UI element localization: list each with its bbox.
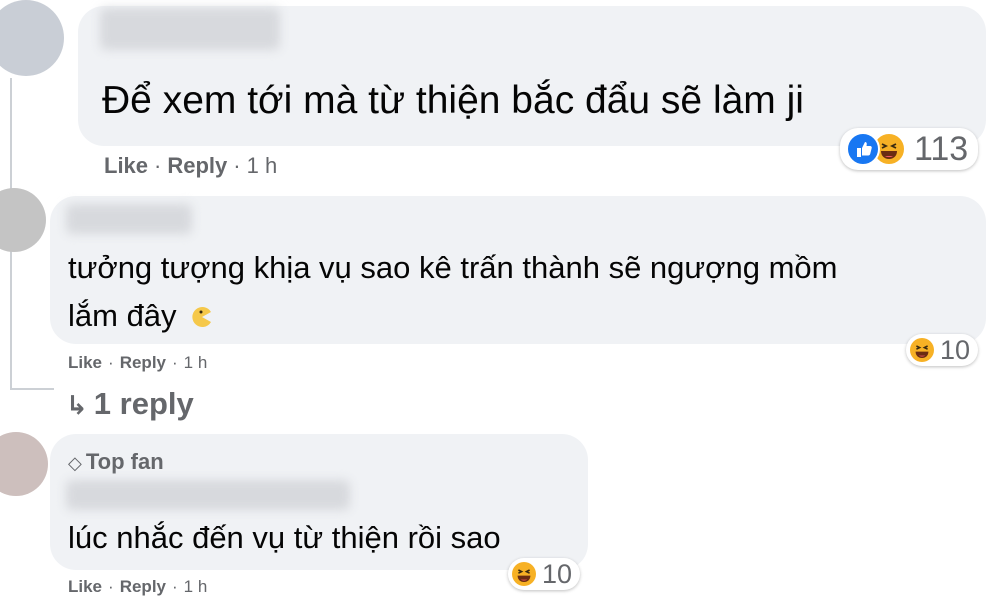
- comment-actions: Like · Reply · 1 h: [104, 153, 278, 178]
- like-icon: [846, 132, 880, 166]
- haha-icon: [910, 338, 934, 362]
- reaction-count: 113: [914, 129, 969, 168]
- haha-icon: [512, 562, 536, 586]
- like-button[interactable]: Like: [104, 153, 148, 178]
- comment-text-line-2: lắm đây: [68, 296, 213, 336]
- comment-actions: Like · Reply · 1 h: [68, 353, 208, 372]
- replies-count: 1 reply: [93, 386, 194, 421]
- top-fan-badge: ◇ Top fan: [68, 448, 164, 477]
- timestamp[interactable]: 1 h: [247, 153, 278, 178]
- reply-button[interactable]: Reply: [120, 353, 166, 372]
- blurred-author-name: [66, 204, 192, 234]
- blurred-author-name: [66, 480, 350, 510]
- like-button[interactable]: Like: [68, 353, 102, 372]
- reaction-summary[interactable]: 10: [508, 558, 581, 590]
- reply-button[interactable]: Reply: [167, 153, 227, 178]
- pacman-emoji-icon: [191, 298, 213, 327]
- reaction-summary[interactable]: 10: [906, 334, 979, 366]
- reaction-count: 10: [542, 558, 573, 589]
- badge-label: Top fan: [85, 449, 164, 474]
- like-button[interactable]: Like: [68, 577, 102, 596]
- reaction-count: 10: [940, 334, 971, 365]
- timestamp[interactable]: 1 h: [184, 577, 208, 596]
- thread-line-branch: [10, 388, 54, 390]
- comment-actions: Like · Reply · 1 h: [68, 577, 208, 596]
- timestamp[interactable]: 1 h: [184, 353, 208, 372]
- comment-text: lắm đây: [68, 298, 177, 333]
- view-replies-link[interactable]: ↳ 1 reply: [66, 384, 194, 425]
- diamond-icon: ◇: [68, 453, 82, 473]
- reaction-summary[interactable]: 113: [840, 128, 979, 170]
- reply-arrow-icon: ↳: [66, 390, 88, 420]
- comment-text: Để xem tới mà từ thiện bắc đẩu sẽ làm ji: [102, 79, 804, 122]
- avatar[interactable]: [0, 432, 48, 496]
- comment-text-line-1: tưởng tượng khịa vụ sao kê trấn thành sẽ…: [68, 250, 838, 285]
- reply-button[interactable]: Reply: [120, 577, 166, 596]
- avatar[interactable]: [0, 188, 46, 252]
- avatar[interactable]: [0, 0, 64, 76]
- blurred-author-name: [100, 8, 280, 50]
- comment-text: lúc nhắc đến vụ từ thiện rồi sao: [68, 520, 501, 555]
